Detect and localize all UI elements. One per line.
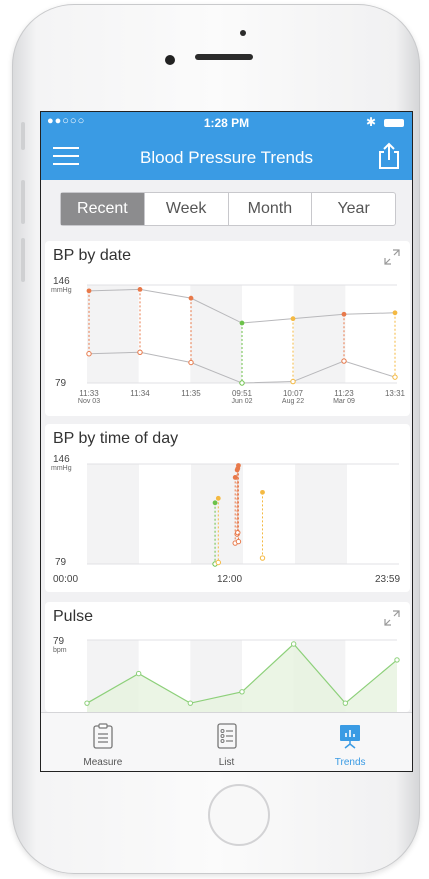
pulse-point	[135, 670, 142, 677]
x-time-label: 11:34	[130, 389, 150, 398]
diastolic-point	[188, 359, 194, 366]
systolic-point	[137, 286, 143, 292]
diastolic-point	[137, 349, 143, 355]
proximity-sensor	[240, 30, 246, 36]
pulse-card[interactable]: Pulse 79 bpm	[45, 602, 410, 712]
y-min-label: 79	[55, 557, 67, 568]
grid-band	[87, 464, 139, 564]
systolic-point	[260, 489, 265, 495]
diastolic-point	[392, 374, 398, 380]
grid-band	[87, 285, 139, 383]
systolic-point	[188, 295, 194, 301]
diastolic-point	[235, 538, 242, 545]
grid-band	[295, 464, 347, 564]
x-time-label: 09:51	[232, 389, 253, 398]
x-tick-label: 12:00	[217, 574, 242, 585]
status-time: 1:28 PM	[203, 116, 250, 130]
tab-measure[interactable]: Measure	[41, 713, 165, 771]
list-icon	[216, 723, 237, 749]
diastolic-point	[215, 559, 222, 566]
x-date-label: Mar 09	[333, 398, 355, 405]
y-max-label: 79	[53, 636, 65, 647]
front-camera	[165, 55, 175, 65]
clipboard-icon	[93, 723, 113, 749]
systolic-point	[215, 495, 221, 501]
earpiece-speaker	[195, 54, 253, 60]
segment-week[interactable]: Week	[143, 193, 228, 225]
pulse-point	[84, 700, 90, 706]
systolic-point	[290, 316, 296, 322]
volume-up-button	[21, 180, 25, 224]
battery-icon	[384, 119, 404, 127]
mute-switch	[21, 122, 25, 150]
bluetooth-icon: ✱	[365, 115, 376, 129]
x-time-label: 11:35	[181, 389, 201, 398]
segment-year[interactable]: Year	[311, 193, 395, 225]
bp-by-date-chart: 146 mmHg 79 11:33Nov 03 11:34 11:35 09:51Ju…	[51, 276, 406, 405]
app-screen: ●●○○○ 1:28 PM ✱ Blood Pressure Trends Re…	[40, 111, 413, 772]
systolic-point	[212, 500, 218, 506]
tab-label: Trends	[334, 757, 366, 768]
pulse-point	[342, 700, 349, 706]
bp-by-time-card[interactable]: BP by time of day 146 mmHg 79 00:00 12:0…	[45, 424, 410, 592]
systolic-point	[239, 320, 245, 326]
page-title: Blood Pressure Trends	[140, 148, 313, 167]
y-unit-label: mmHg	[51, 465, 72, 472]
segment-month[interactable]: Month	[227, 193, 312, 225]
nav-bar: Blood Pressure Trends	[41, 134, 412, 180]
share-icon[interactable]	[376, 142, 402, 170]
diastolic-point	[86, 351, 92, 357]
systolic-point	[341, 311, 347, 317]
tab-list[interactable]: List	[165, 713, 289, 771]
bp-by-date-card[interactable]: BP by date 146 mmHg 79 11:33 Nov 03 11:34 1…	[45, 241, 410, 416]
x-time-label: 11:23	[334, 389, 354, 398]
tab-label: List	[218, 757, 235, 768]
systolic-point	[86, 288, 92, 294]
tab-label: Measure	[83, 757, 123, 768]
chart-board-icon	[340, 725, 361, 749]
pulse-point	[290, 641, 297, 647]
segment-recent[interactable]: Recent	[61, 193, 144, 225]
y-max-label: 146	[53, 454, 70, 465]
x-time-label: 11:33	[79, 389, 99, 398]
x-date-label: Aug 22	[282, 398, 304, 405]
bp-by-time-chart: 146 mmHg 79 00:00 12:00 23:59	[51, 454, 400, 585]
x-time-label: 10:07	[283, 389, 304, 398]
status-bar: ●●○○○ 1:28 PM ✱	[41, 112, 412, 134]
systolic-point	[392, 310, 398, 316]
y-max-label: 146	[53, 276, 70, 287]
pulse-point	[394, 657, 400, 663]
volume-down-button	[21, 238, 25, 282]
tab-bar: Measure List Trends	[41, 712, 412, 771]
x-time-label: 13:31	[385, 389, 406, 398]
x-date-label: Nov 03	[78, 398, 100, 405]
period-segmented-control: Recent Week Month Year	[60, 192, 396, 226]
home-button[interactable]	[208, 784, 270, 846]
tab-trends[interactable]: Trends	[288, 713, 412, 771]
diastolic-point	[239, 380, 245, 386]
grid-band	[190, 285, 242, 383]
pulse-chart: 79 bpm	[53, 636, 400, 712]
systolic-point	[236, 463, 241, 468]
diastolic-point	[290, 378, 296, 385]
diastolic-point	[235, 529, 241, 536]
y-unit-label: bpm	[53, 647, 67, 654]
pulse-point	[239, 689, 245, 695]
y-min-label: 79	[55, 378, 67, 389]
pulse-point	[187, 700, 194, 706]
diastolic-point	[341, 358, 347, 364]
x-tick-label: 00:00	[53, 574, 78, 585]
x-tick-label: 23:59	[375, 574, 400, 585]
diastolic-point	[259, 555, 266, 561]
x-date-label: Jun 02	[231, 398, 252, 405]
grid-band	[293, 285, 346, 383]
y-unit-label: mmHg	[51, 287, 72, 294]
